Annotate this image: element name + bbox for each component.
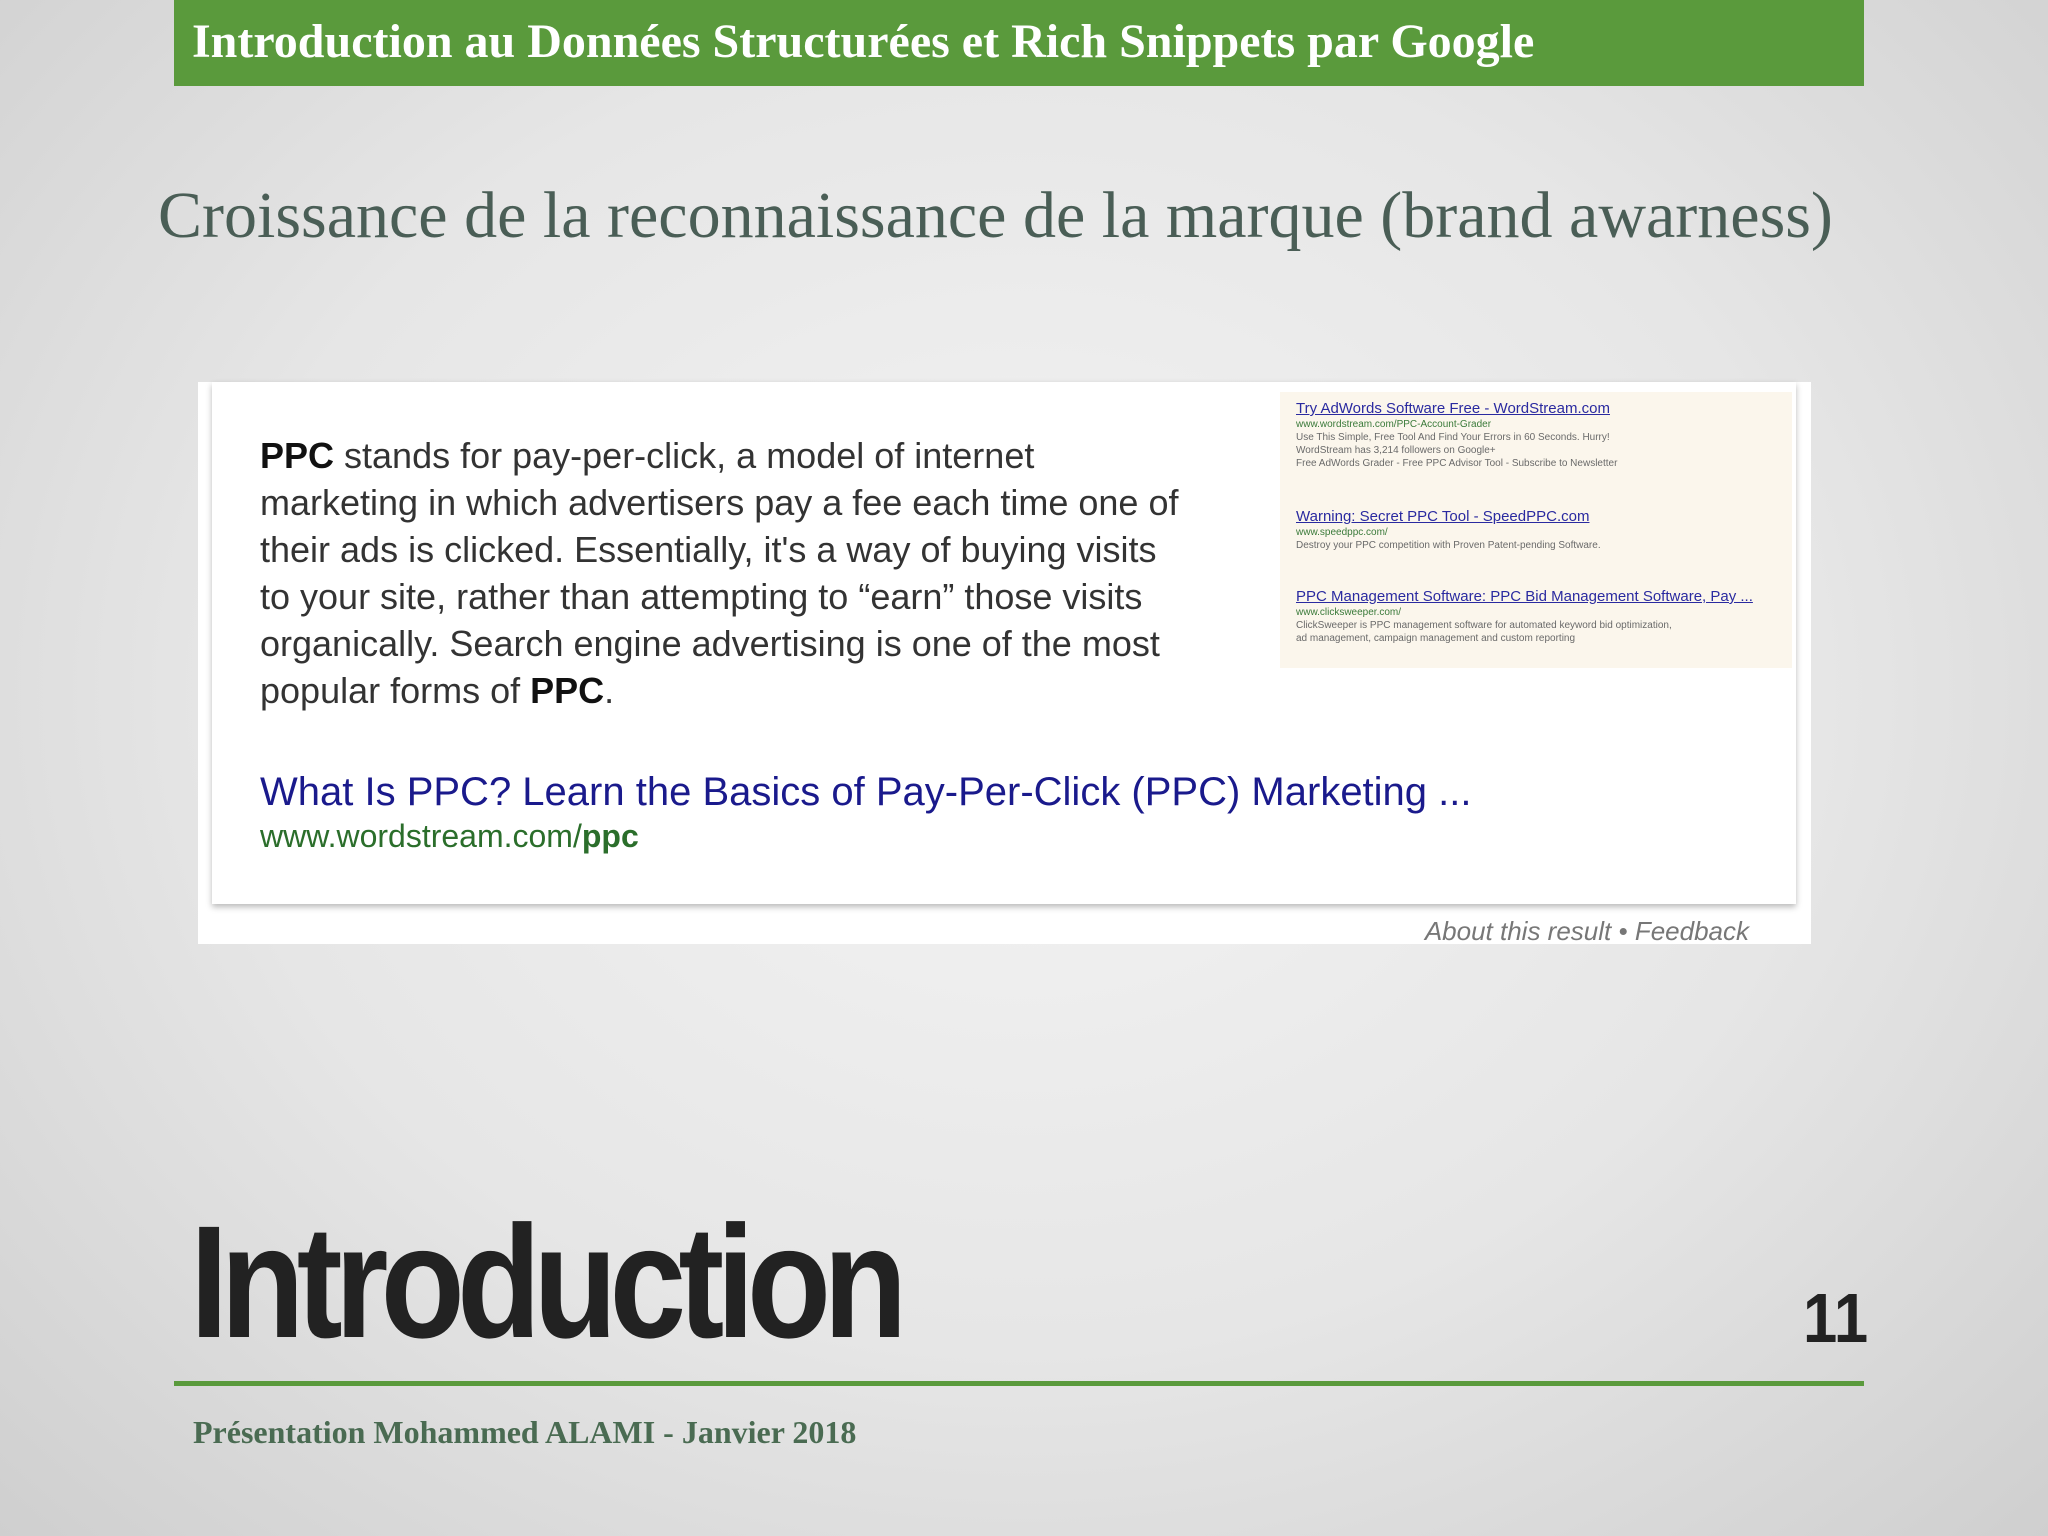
definition-text: stands for pay-per-click, a model of int… — [260, 435, 1179, 711]
separator: • — [1611, 916, 1635, 946]
section-title: Introduction — [190, 1192, 907, 1371]
definition-term-end: PPC — [530, 670, 605, 711]
ad-description: ClickSweeper is PPC management software … — [1296, 620, 1672, 631]
definition-term: PPC — [260, 435, 335, 476]
header-bar: Introduction au Données Structurées et R… — [174, 0, 1864, 86]
ad-description: ad management, campaign management and c… — [1296, 633, 1576, 644]
ad-description: Use This Simple, Free Tool And Find Your… — [1296, 432, 1610, 443]
definition-period: . — [604, 670, 615, 711]
ad-title-link[interactable]: Warning: Secret PPC Tool - SpeedPPC.com — [1296, 508, 1786, 526]
ad-title-link[interactable]: Try AdWords Software Free - WordStream.c… — [1296, 400, 1786, 418]
page-number: 11 — [1803, 1279, 1869, 1357]
snippet-definition: PPC stands for pay-per-click, a model of… — [260, 432, 1180, 714]
ads-panel: Try AdWords Software Free - WordStream.c… — [1280, 392, 1792, 668]
slide-subtitle: Croissance de la reconnaissance de la ma… — [158, 179, 1833, 252]
ad-description: Free AdWords Grader - Free PPC Advisor T… — [1296, 458, 1618, 469]
about-feedback-line: About this result • Feedback — [1425, 916, 1749, 946]
result-url-path: ppc — [581, 818, 639, 854]
about-this-result-link[interactable]: About this result — [1425, 916, 1611, 946]
search-snippet-screenshot: PPC stands for pay-per-click, a model of… — [198, 382, 1811, 946]
footer-divider — [174, 1381, 1864, 1386]
feedback-link[interactable]: Feedback — [1635, 916, 1749, 946]
search-result-url: www.wordstream.com/ppc — [260, 816, 639, 856]
ad-title-link[interactable]: PPC Management Software: PPC Bid Managem… — [1296, 588, 1786, 606]
ad-item: Warning: Secret PPC Tool - SpeedPPC.com … — [1296, 508, 1786, 552]
result-url-prefix: www.wordstream.com/ — [260, 818, 582, 854]
search-result-title-link[interactable]: What Is PPC? Learn the Basics of Pay-Per… — [260, 768, 1472, 816]
ad-url: www.speedppc.com/ — [1296, 527, 1388, 538]
ad-description: WordStream has 3,214 followers on Google… — [1296, 445, 1496, 456]
ad-description: Destroy your PPC competition with Proven… — [1296, 540, 1601, 551]
ad-url: www.clicksweeper.com/ — [1296, 607, 1402, 618]
footer-text: Présentation Mohammed ALAMI - Janvier 20… — [193, 1414, 857, 1450]
ad-url: www.wordstream.com/PPC-Account-Grader — [1296, 419, 1492, 430]
featured-snippet-card: PPC stands for pay-per-click, a model of… — [212, 382, 1796, 904]
ad-item: Try AdWords Software Free - WordStream.c… — [1296, 400, 1786, 470]
presentation-title: Introduction au Données Structurées et R… — [192, 15, 1535, 68]
ad-item: PPC Management Software: PPC Bid Managem… — [1296, 588, 1786, 645]
